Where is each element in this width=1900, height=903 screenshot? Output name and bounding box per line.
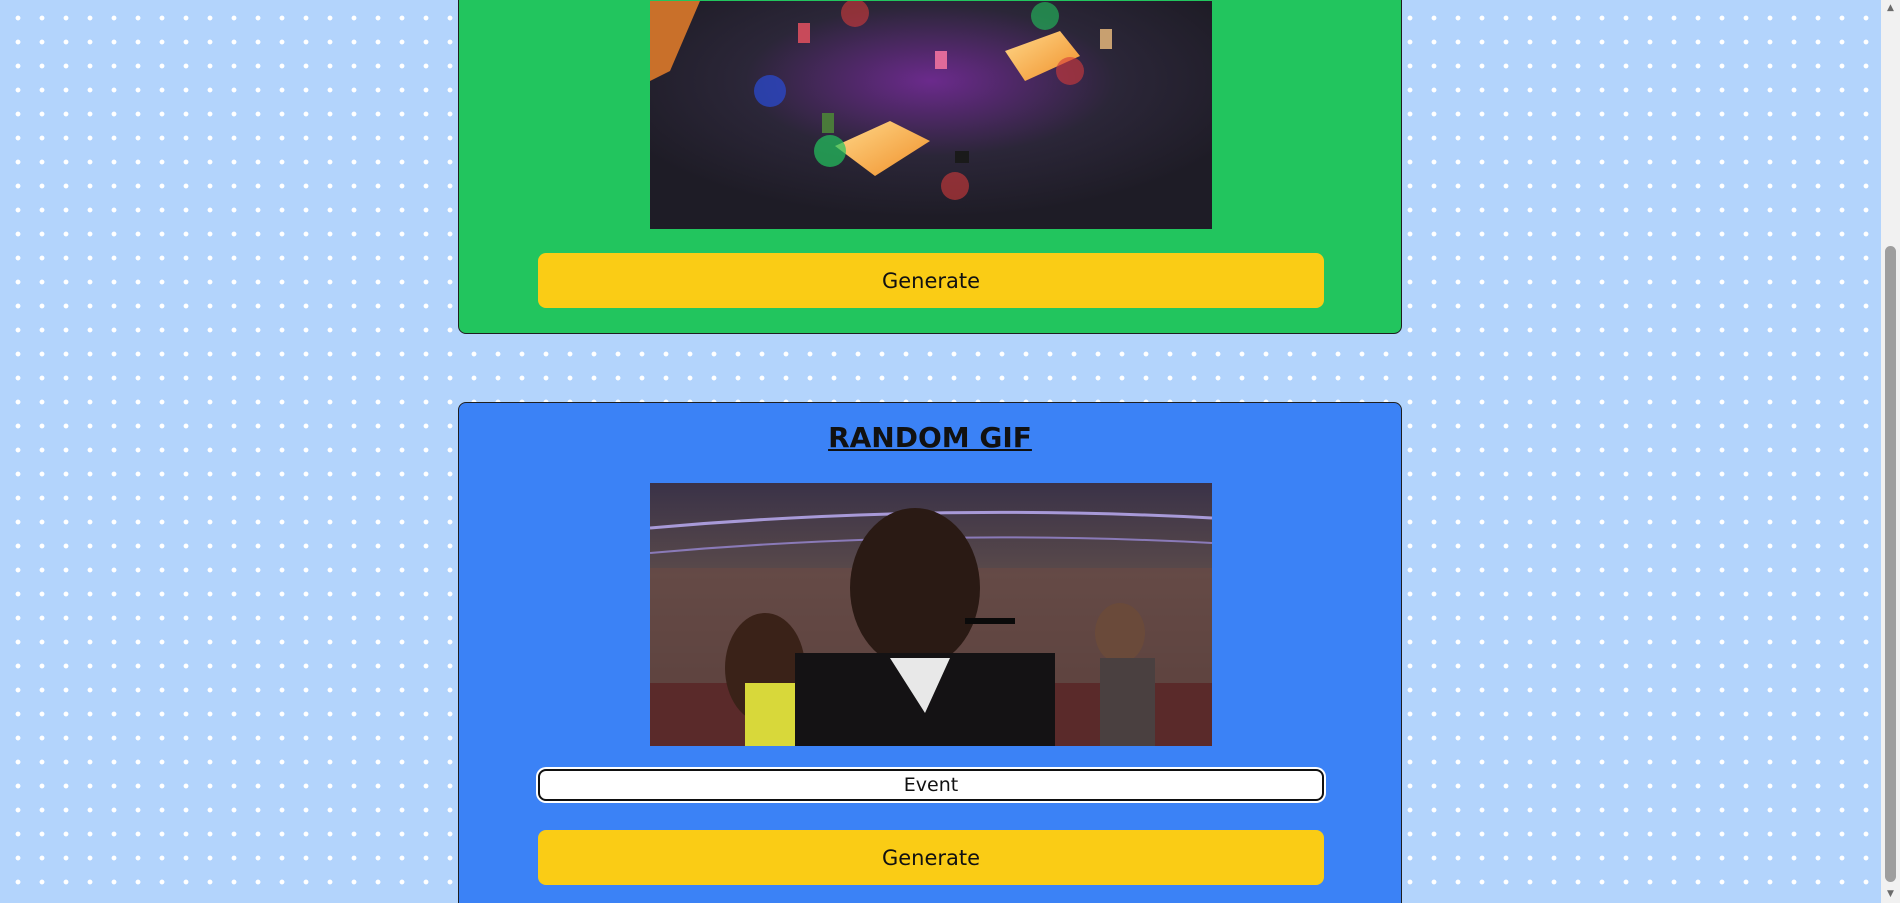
upper-gif-card: Generate xyxy=(458,0,1402,334)
search-input[interactable] xyxy=(538,769,1324,801)
scrollbar-thumb[interactable] xyxy=(1885,246,1896,882)
chevron-down-icon[interactable]: ▼ xyxy=(1881,886,1900,903)
page-scrollbar[interactable]: ▲ ▼ xyxy=(1881,0,1900,903)
chevron-up-icon[interactable]: ▲ xyxy=(1881,0,1900,17)
random-gif-card: RANDOM GIF Generate xyxy=(458,402,1402,903)
random-generate-button[interactable]: Generate xyxy=(538,830,1324,885)
upper-gif-image xyxy=(650,1,1212,229)
random-gif-image xyxy=(650,483,1212,746)
upper-generate-button[interactable]: Generate xyxy=(538,253,1324,308)
random-gif-title: RANDOM GIF xyxy=(828,421,1032,454)
